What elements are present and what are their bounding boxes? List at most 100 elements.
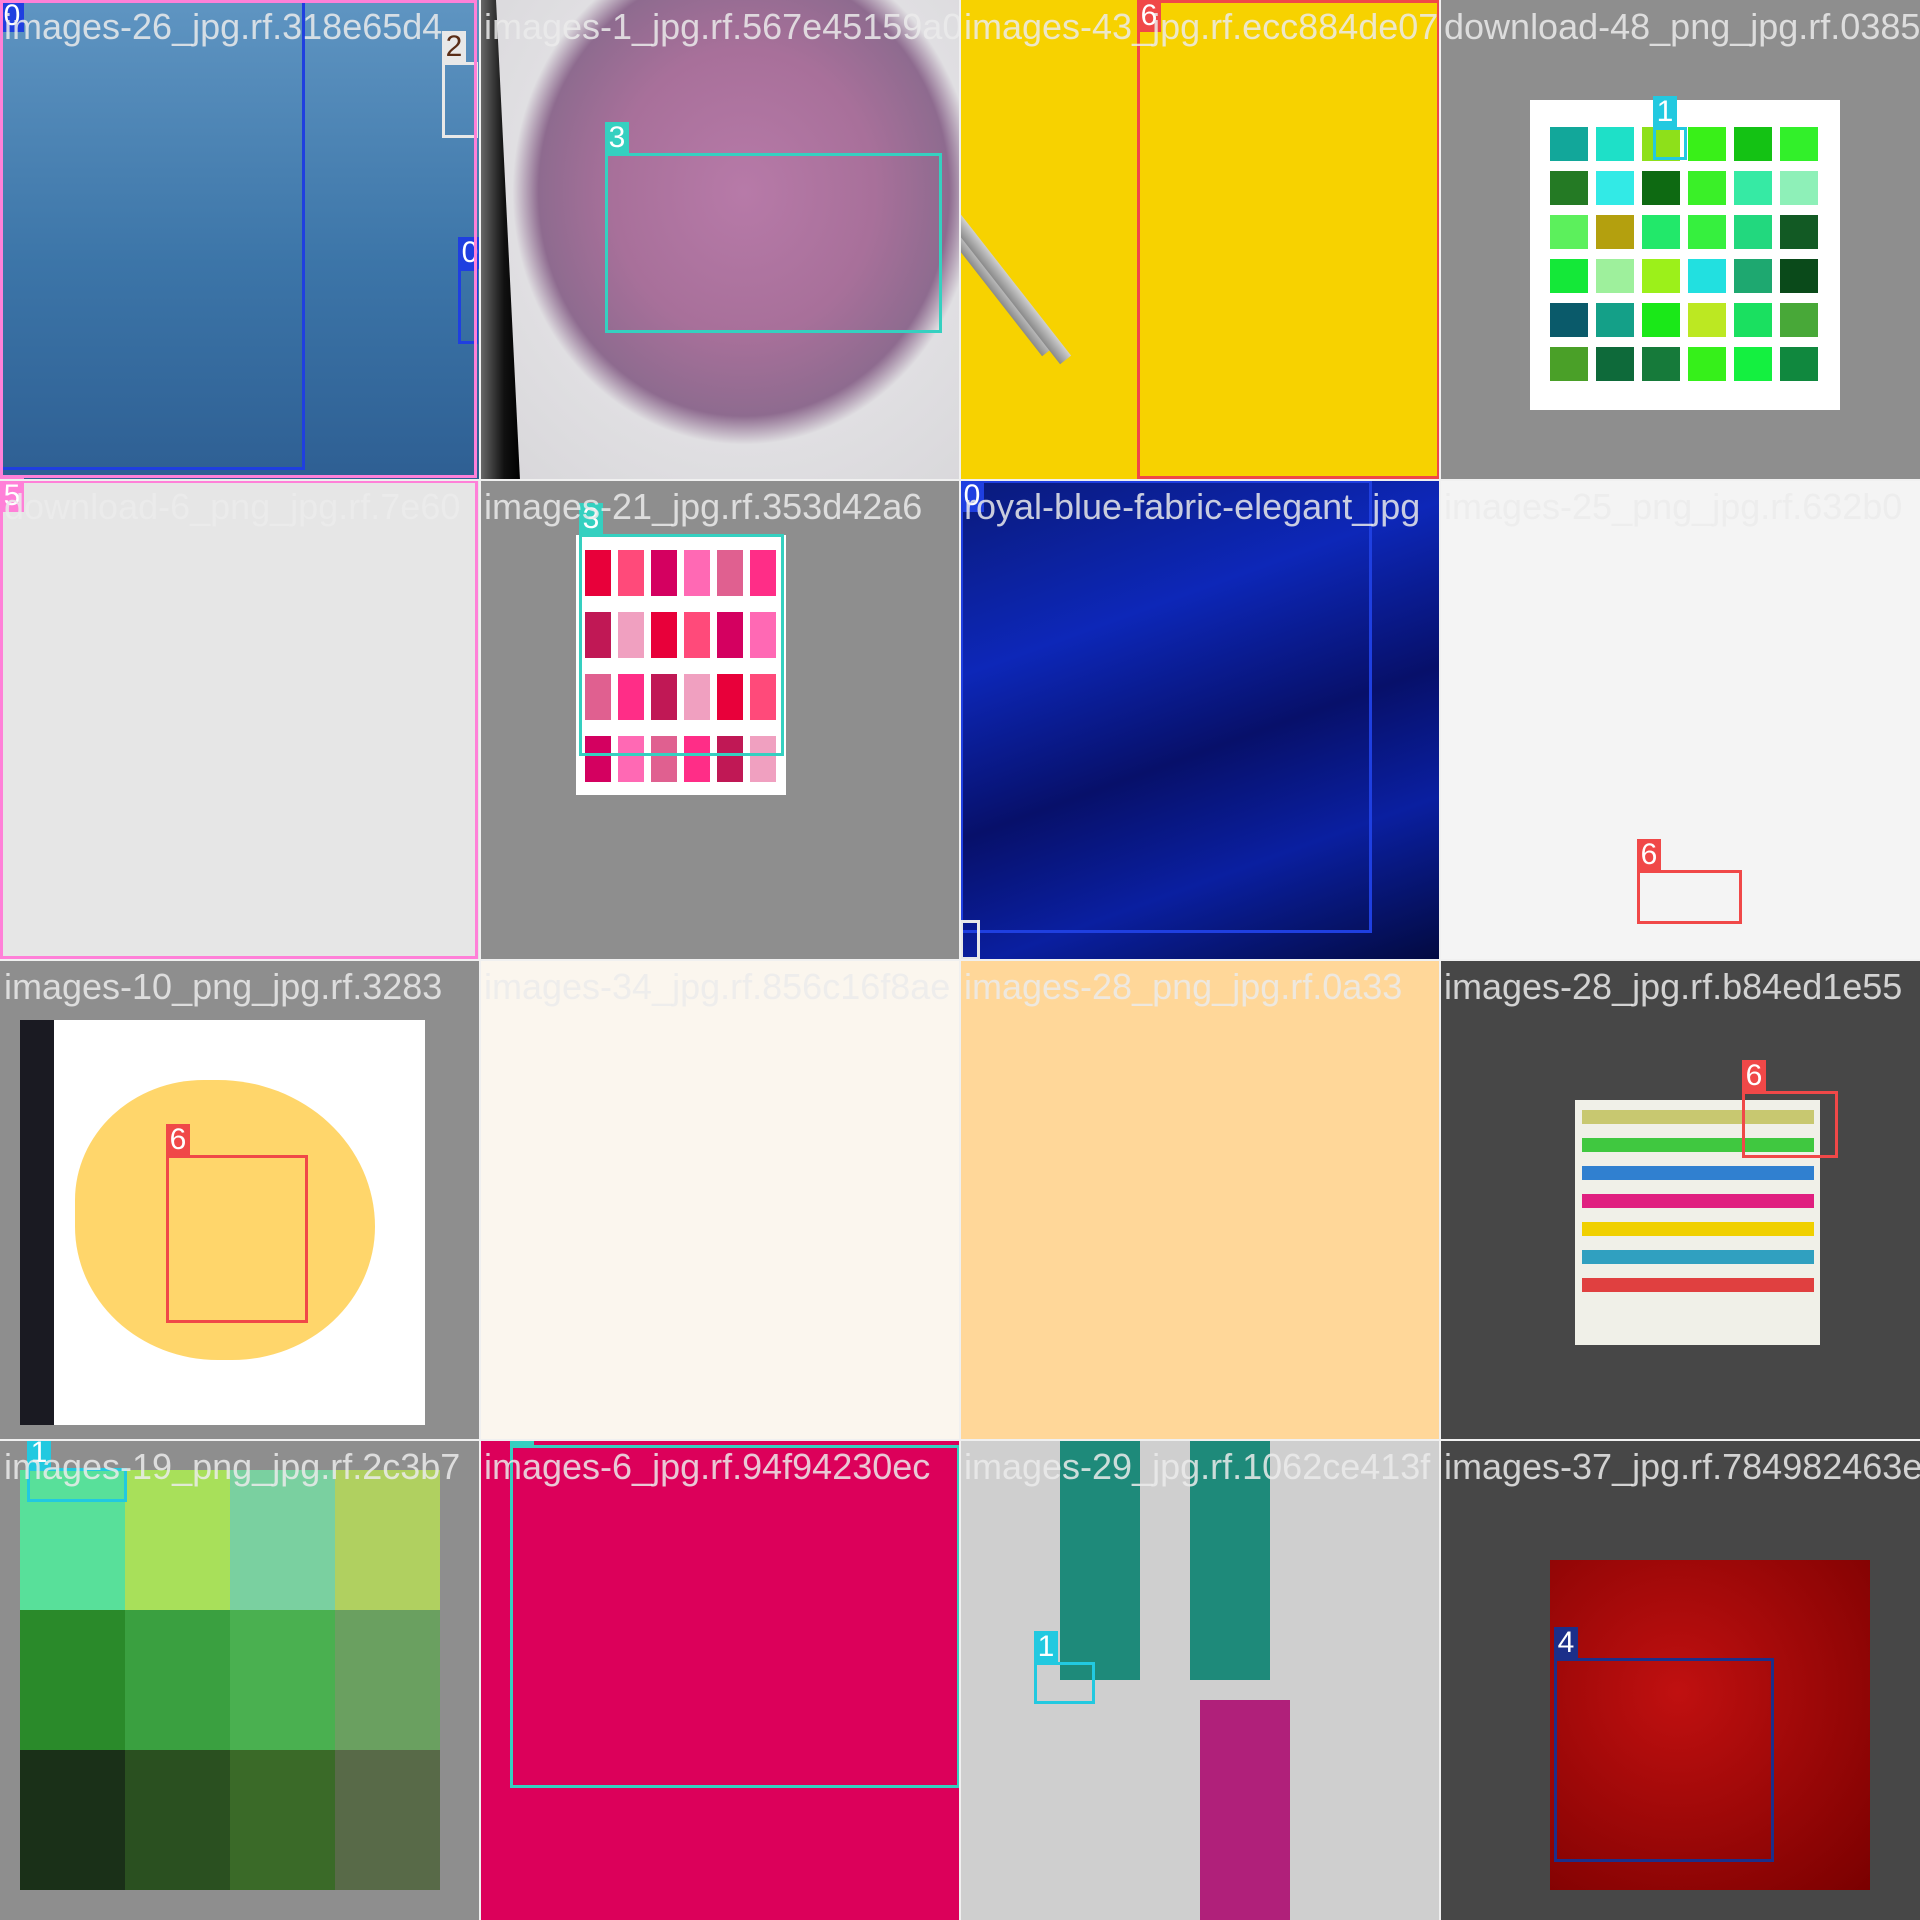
- color-swatch: [335, 1750, 440, 1890]
- color-swatch: [1688, 215, 1726, 249]
- bounding-box-class-1: 1: [1653, 96, 1687, 160]
- mosaic-tile: images-29_jpg.rf.1062ce413f 1: [960, 1440, 1440, 1920]
- color-stripe: [1582, 1278, 1814, 1292]
- color-swatch: [1642, 259, 1680, 293]
- bounding-box-label: 6: [1637, 839, 1661, 871]
- bounding-box-class-6: 6: [1637, 839, 1742, 924]
- bounding-box-class-5: 5: [0, 0, 477, 480]
- color-swatch: [1550, 259, 1588, 293]
- color-swatch: [335, 1610, 440, 1750]
- detection-mosaic: images-26_jpg.rf.318e65d40205images-1_jp…: [0, 0, 1920, 1920]
- color-swatch: [1734, 171, 1772, 205]
- mosaic-tile: download-48_png_jpg.rf.0385 1: [1440, 0, 1920, 480]
- card-spine: [20, 1020, 54, 1425]
- bounding-box-class-6: 6: [1137, 0, 1440, 479]
- color-swatch: [1688, 171, 1726, 205]
- tile-filename: images-10_png_jpg.rf.3283: [4, 966, 443, 1007]
- tile-filename: images-28_jpg.rf.b84ed1e55: [1444, 966, 1903, 1007]
- color-stripe: [1582, 1166, 1814, 1180]
- color-swatch: [1688, 303, 1726, 337]
- color-swatch: [125, 1750, 230, 1890]
- bounding-box-label: 3: [605, 122, 629, 154]
- pencil: [960, 198, 1072, 365]
- mosaic-tile: images-1_jpg.rf.567e45159a04 3: [480, 0, 960, 480]
- bounding-box-class-4: 4: [1554, 1627, 1774, 1862]
- tile-filename: images-34_jpg.rf.856c16f8ae: [484, 966, 951, 1007]
- color-swatch: [1596, 215, 1634, 249]
- tile-filename: download-48_png_jpg.rf.0385: [1444, 6, 1920, 47]
- color-swatch: [230, 1610, 335, 1750]
- color-swatch: [1596, 127, 1634, 161]
- color-swatch: [335, 1470, 440, 1610]
- color-swatch: [230, 1470, 335, 1610]
- color-swatch: [1596, 259, 1634, 293]
- color-swatch: [1550, 303, 1588, 337]
- color-swatch: [125, 1470, 230, 1610]
- color-swatch: [1734, 347, 1772, 381]
- grid-divider-vertical: [1439, 0, 1441, 1920]
- mosaic-tile: images-37_jpg.rf.784982463e 4: [1440, 1440, 1920, 1920]
- color-swatch: [1734, 215, 1772, 249]
- mosaic-tile: royal-blue-fabric-elegant_jpg02: [960, 480, 1440, 960]
- tile-filename: images-37_jpg.rf.784982463e: [1444, 1446, 1920, 1487]
- mosaic-tile: images-28_jpg.rf.b84ed1e55 6: [1440, 960, 1920, 1440]
- color-swatch: [1596, 347, 1634, 381]
- color-swatch: [1596, 171, 1634, 205]
- color-swatch: [1734, 127, 1772, 161]
- mosaic-tile: images-34_jpg.rf.856c16f8ae: [480, 960, 960, 1440]
- color-swatch: [1642, 215, 1680, 249]
- color-swatch: [1688, 127, 1726, 161]
- color-swatch: [1550, 215, 1588, 249]
- tile-filename: images-28_png_jpg.rf.0a33: [964, 966, 1403, 1007]
- mosaic-tile: images-10_png_jpg.rf.3283 6: [0, 960, 480, 1440]
- color-swatch: [1642, 171, 1680, 205]
- legs: [1190, 1440, 1270, 1680]
- skirt: [1200, 1700, 1290, 1920]
- bounding-box-label: 1: [1034, 1631, 1058, 1663]
- photo-edge: [480, 0, 520, 480]
- color-swatch: [20, 1750, 125, 1890]
- bounding-box-label: 4: [1554, 1627, 1578, 1659]
- color-swatch: [1688, 347, 1726, 381]
- mosaic-tile: download-6_png_jpg.rf.7e60 5: [0, 480, 480, 960]
- bounding-box-label: 1: [27, 1440, 51, 1469]
- color-swatch: [1780, 259, 1818, 293]
- color-swatch: [20, 1610, 125, 1750]
- color-swatch: [1550, 127, 1588, 161]
- mosaic-tile: images-43_jpg.rf.ecc884de07 6: [960, 0, 1440, 480]
- mosaic-tile: images-28_png_jpg.rf.0a33: [960, 960, 1440, 1440]
- bounding-box-label: 3: [579, 503, 603, 535]
- mosaic-tile: images-6_jpg.rf.94f94230ec3: [480, 1440, 960, 1920]
- color-swatch: [1780, 347, 1818, 381]
- grid-divider-horizontal: [0, 959, 1920, 961]
- bounding-box-class-1: 1: [27, 1440, 127, 1502]
- bounding-box-class-1: 1: [1034, 1631, 1095, 1704]
- bounding-box-class-3: 3: [579, 503, 784, 756]
- color-swatch: [1780, 171, 1818, 205]
- bounding-box-label: 6: [1742, 1060, 1766, 1092]
- bounding-box-class-2: 2: [960, 920, 984, 960]
- color-swatch: [1780, 215, 1818, 249]
- color-swatch: [1734, 259, 1772, 293]
- grid-divider-horizontal: [0, 1439, 1920, 1441]
- bounding-box-label: 0: [960, 480, 984, 512]
- bounding-box-class-3: 3: [510, 1440, 960, 1788]
- bounding-box-class-3: 3: [605, 122, 942, 333]
- bounding-box-label: 6: [166, 1124, 190, 1156]
- tile-filename: images-25_png_jpg.rf.632b0: [1444, 486, 1903, 527]
- mosaic-tile: images-25_png_jpg.rf.632b0 6: [1440, 480, 1920, 960]
- tile-filename: images-21_jpg.rf.353d42a6: [484, 486, 923, 527]
- bounding-box-label: 5: [0, 480, 24, 512]
- color-stripe: [1582, 1250, 1814, 1264]
- color-swatch: [1642, 303, 1680, 337]
- mosaic-tile: images-21_jpg.rf.353d42a6 3: [480, 480, 960, 960]
- bounding-box-class-6: 6: [1742, 1060, 1838, 1158]
- legs: [1060, 1440, 1140, 1680]
- color-swatch: [1550, 171, 1588, 205]
- color-swatch: [1780, 127, 1818, 161]
- color-swatch: [1734, 303, 1772, 337]
- bounding-box-label: 1: [1653, 96, 1677, 128]
- bounding-box-class-6: 6: [166, 1124, 308, 1323]
- color-stripe: [1582, 1222, 1814, 1236]
- color-swatch: [230, 1750, 335, 1890]
